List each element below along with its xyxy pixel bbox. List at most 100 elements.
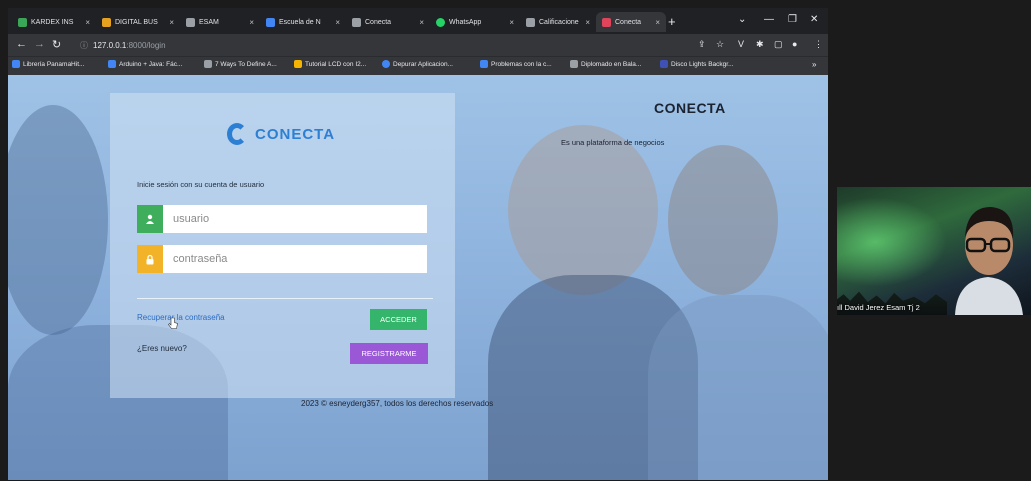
url-path: :8000/login — [126, 40, 166, 50]
bookmark-label: 7 Ways To Define A... — [215, 60, 277, 68]
bookmark-favicon-icon — [108, 60, 116, 68]
tab-label: KARDEX INS — [31, 18, 74, 26]
bookmark-favicon-icon — [382, 60, 390, 68]
conecta-logo-icon — [227, 123, 247, 145]
desktop-screen-share: KARDEX INS × DIGITAL BUS × ESAM × Escuel… — [8, 8, 828, 480]
profile-avatar-icon[interactable]: ● — [792, 39, 797, 49]
close-icon[interactable]: × — [585, 18, 590, 27]
tab-label: ESAM — [199, 18, 219, 26]
bookmark-favicon-icon — [660, 60, 668, 68]
browser-tab-strip: KARDEX INS × DIGITAL BUS × ESAM × Escuel… — [8, 8, 828, 34]
bookmark-item[interactable]: Problemas con la c... — [480, 60, 552, 68]
password-input[interactable] — [171, 252, 415, 266]
logo-text: CONECTA — [255, 125, 336, 143]
participant-video — [955, 207, 1023, 315]
register-button[interactable]: REGISTRARME — [350, 343, 428, 364]
bookmark-label: Librería PanamaHit... — [23, 60, 85, 68]
side-panel-icon[interactable]: ▢ — [774, 39, 783, 50]
bookmark-label: Problemas con la c... — [491, 60, 552, 68]
close-icon[interactable]: × — [655, 18, 660, 27]
window-close-icon[interactable]: ✕ — [810, 14, 818, 25]
bookmark-item[interactable]: Diplomado en Bala... — [570, 60, 641, 68]
login-card: CONECTA Inicie sesión con su cuenta de u… — [110, 93, 455, 398]
tab-search-icon[interactable]: ⌄ — [738, 14, 746, 25]
bookmark-label: Tutorial LCD con I2... — [305, 60, 367, 68]
bookmark-favicon-icon — [12, 60, 20, 68]
tab-kardex[interactable]: KARDEX INS × — [12, 12, 96, 32]
back-arrow-icon[interactable]: ← — [16, 38, 27, 50]
aurora-background — [837, 197, 947, 287]
bookmarks-overflow-icon[interactable]: » — [812, 60, 816, 69]
url-host: 127.0.0.1 — [93, 40, 127, 50]
brand-subtitle: Es una plataforma de negocios — [561, 138, 665, 147]
signal-bars-icon: ıll — [837, 303, 843, 312]
acceder-button[interactable]: ACCEDER — [370, 309, 427, 330]
username-field — [137, 205, 427, 233]
form-divider — [137, 298, 433, 299]
tab-whatsapp[interactable]: WhatsApp × — [430, 12, 520, 32]
background-photo-shirt — [648, 295, 828, 480]
restore-icon[interactable]: ❐ — [788, 14, 797, 25]
participant-name: David Jerez Esam Tj 2 — [844, 303, 920, 312]
bookmark-label: Disco Lights Backgr... — [671, 60, 734, 68]
bookmark-favicon-icon — [480, 60, 488, 68]
bookmark-favicon-icon — [570, 60, 578, 68]
bookmark-label: Arduino + Java: Fác... — [119, 60, 183, 68]
new-tab-button[interactable]: + — [668, 14, 676, 29]
background-photo-person — [668, 145, 778, 295]
minimize-icon[interactable]: — — [764, 14, 774, 25]
tab-calificaciones[interactable]: Calificacione × — [520, 12, 596, 32]
username-input[interactable] — [171, 212, 415, 226]
tab-label: Conecta — [365, 18, 392, 26]
recover-password-link[interactable]: Recuperar la contraseña — [137, 313, 225, 322]
site-info-icon[interactable]: ⓘ — [80, 40, 88, 51]
conecta-logo: CONECTA — [227, 123, 335, 145]
user-icon — [137, 205, 163, 233]
tab-conecta[interactable]: Conecta × — [346, 12, 430, 32]
tab-label: Calificacione — [539, 18, 579, 26]
bookmark-item[interactable]: 7 Ways To Define A... — [204, 60, 277, 68]
tab-favicon-icon — [266, 17, 275, 27]
close-icon[interactable]: × — [509, 18, 514, 27]
tab-label: WhatsApp — [449, 18, 482, 26]
video-call-tile[interactable]: ıll David Jerez Esam Tj 2 — [837, 187, 1031, 315]
new-user-question: ¿Eres nuevo? — [137, 344, 187, 353]
password-field — [137, 245, 427, 273]
bookmark-item[interactable]: Arduino + Java: Fác... — [108, 60, 182, 68]
tab-label: Escuela de N — [279, 18, 321, 26]
hand-cursor-icon — [168, 317, 178, 329]
tab-esam[interactable]: ESAM × — [180, 12, 260, 32]
menu-kebab-icon[interactable]: ⋮ — [814, 39, 823, 50]
background-photo-person — [8, 105, 108, 335]
background-photo-person — [508, 125, 658, 295]
bookmark-label: Depurar Aplicacion... — [393, 60, 453, 68]
tab-favicon-icon — [18, 17, 27, 27]
tab-favicon-icon — [186, 17, 195, 27]
bookmark-favicon-icon — [204, 60, 212, 68]
tab-favicon-icon — [102, 17, 111, 27]
tab-favicon-icon — [352, 17, 361, 27]
bookmark-item[interactable]: Librería PanamaHit... — [12, 60, 84, 68]
tab-conecta-active[interactable]: Conecta × — [596, 12, 666, 32]
bookmark-item[interactable]: Tutorial LCD con I2... — [294, 60, 366, 68]
bookmark-label: Diplomado en Bala... — [581, 60, 642, 68]
page-footer: 2023 © esneyderg357, todos los derechos … — [301, 399, 494, 408]
bookmarks-bar: Librería PanamaHit... Arduino + Java: Fá… — [8, 56, 828, 75]
extension-v-icon[interactable]: V — [738, 39, 744, 49]
close-icon[interactable]: × — [419, 18, 424, 27]
forward-arrow-icon[interactable]: → — [34, 38, 45, 50]
share-icon[interactable]: ⇪ — [698, 39, 706, 50]
close-icon[interactable]: × — [249, 18, 254, 27]
extensions-puzzle-icon[interactable]: ✱ — [756, 39, 764, 50]
tab-digital-bus[interactable]: DIGITAL BUS × — [96, 12, 180, 32]
close-icon[interactable]: × — [335, 18, 340, 27]
address-bar[interactable]: ⓘ 127.0.0.1 :8000/login — [80, 37, 620, 53]
reload-icon[interactable]: ↻ — [52, 38, 61, 51]
tab-escuela[interactable]: Escuela de N × — [260, 12, 346, 32]
close-icon[interactable]: × — [169, 18, 174, 27]
bookmark-star-icon[interactable]: ☆ — [716, 39, 724, 50]
close-icon[interactable]: × — [85, 18, 90, 27]
bookmark-favicon-icon — [294, 60, 302, 68]
bookmark-item[interactable]: Disco Lights Backgr... — [660, 60, 734, 68]
bookmark-item[interactable]: Depurar Aplicacion... — [382, 60, 453, 68]
